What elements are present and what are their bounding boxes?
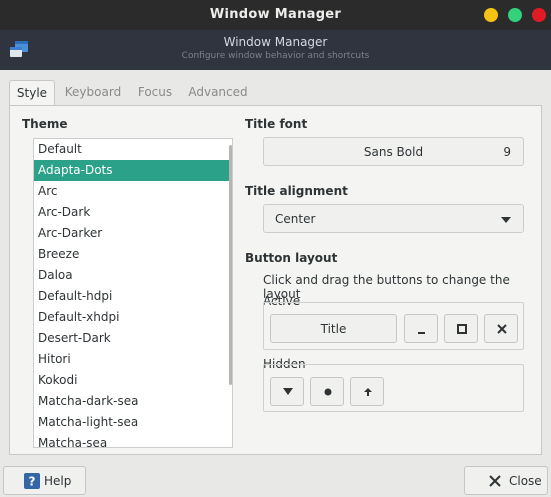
title-alignment-value: Center — [275, 212, 316, 226]
stick-dot-icon — [324, 388, 332, 396]
title-button-label: Title — [320, 322, 347, 336]
button-layout-label: Button layout — [245, 251, 338, 265]
minimize-icon — [418, 332, 425, 334]
title-alignment-label: Title alignment — [245, 184, 348, 198]
theme-item[interactable]: Kokodi — [34, 370, 231, 391]
help-icon: ? — [24, 473, 40, 489]
theme-item[interactable]: Arc-Darker — [34, 223, 231, 244]
arrow-up-icon — [364, 388, 372, 396]
window-titlebar: Window Manager — [0, 0, 551, 30]
title-alignment-select[interactable]: Center — [263, 204, 524, 233]
maximize-button[interactable] — [508, 8, 522, 22]
theme-item[interactable]: Arc — [34, 181, 231, 202]
title-font-name: Sans Bold — [363, 145, 424, 159]
theme-item[interactable]: Daloa — [34, 265, 231, 286]
active-title-button[interactable]: Title — [270, 314, 397, 343]
tab-advanced[interactable]: Advanced — [185, 80, 251, 106]
theme-item[interactable]: Default-hdpi — [34, 286, 231, 307]
window-title: Window Manager — [209, 7, 342, 22]
active-minimize-button[interactable] — [404, 314, 438, 343]
chevron-down-icon — [501, 217, 511, 223]
theme-item[interactable]: Matcha-light-sea — [34, 412, 231, 433]
theme-item[interactable]: Default-xhdpi — [34, 307, 231, 328]
shade-down-icon — [283, 388, 293, 395]
hidden-above-button[interactable] — [350, 377, 384, 406]
theme-item[interactable]: Arc-Dark — [34, 202, 231, 223]
button-layout-hint: Click and drag the buttons to change the… — [263, 273, 510, 301]
active-buttons-area: Title — [263, 302, 524, 350]
title-font-button[interactable]: Sans Bold 9 — [263, 137, 524, 166]
theme-list[interactable]: Default Adapta-Dots Arc Arc-Dark Arc-Dar… — [33, 138, 233, 448]
tab-style[interactable]: Style — [9, 80, 55, 107]
title-font-size: 9 — [503, 145, 511, 159]
theme-item[interactable]: Hitori — [34, 349, 231, 370]
theme-item[interactable]: Matcha-dark-sea — [34, 391, 231, 412]
close-x-icon — [489, 475, 501, 487]
hidden-buttons-area — [263, 364, 524, 412]
theme-list-scrollbar[interactable] — [229, 139, 232, 447]
tab-keyboard[interactable]: Keyboard — [59, 80, 127, 106]
help-button[interactable]: ? Help — [3, 466, 86, 495]
theme-item[interactable]: Desert-Dark — [34, 328, 231, 349]
theme-item-selected[interactable]: Adapta-Dots — [34, 160, 231, 181]
theme-item[interactable]: Breeze — [34, 244, 231, 265]
title-font-label: Title font — [245, 117, 308, 131]
svg-text:?: ? — [29, 475, 36, 489]
header-title: Window Manager — [223, 35, 328, 49]
close-label: Close — [509, 474, 542, 488]
minimize-button[interactable] — [484, 8, 498, 22]
active-maximize-button[interactable] — [444, 314, 478, 343]
close-icon — [497, 324, 507, 334]
maximize-icon — [457, 324, 467, 334]
scrollbar-thumb[interactable] — [229, 145, 232, 385]
theme-label: Theme — [22, 117, 68, 131]
hidden-stick-button[interactable] — [310, 377, 344, 406]
hidden-shade-button[interactable] — [270, 377, 304, 406]
close-window-button[interactable] — [532, 8, 546, 22]
theme-item[interactable]: Matcha-sea — [34, 433, 231, 447]
dialog-header: Window Manager Configure window behavior… — [0, 30, 551, 70]
tab-focus[interactable]: Focus — [133, 80, 177, 106]
close-button[interactable]: Close — [464, 466, 548, 495]
active-close-button[interactable] — [484, 314, 518, 343]
header-subtitle: Configure window behavior and shortcuts — [181, 51, 370, 61]
help-label: Help — [44, 474, 72, 488]
theme-item[interactable]: Default — [34, 139, 231, 160]
